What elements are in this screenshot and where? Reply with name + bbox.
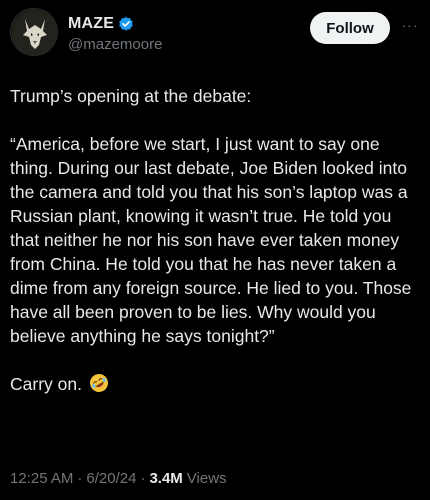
views-count[interactable]: 3.4M (149, 470, 182, 487)
meta-separator: · (77, 470, 83, 487)
author-handle[interactable]: @mazemoore (68, 36, 162, 53)
display-name[interactable]: MAZE (68, 15, 114, 33)
tweet-time[interactable]: 12:25 AM (10, 470, 73, 487)
tweet-closing-line: Carry on. (10, 372, 420, 396)
tweet-quote: “America, before we start, I just want t… (10, 134, 412, 346)
author-names: MAZE @mazemoore (68, 14, 162, 53)
more-options-icon[interactable]: ··· (398, 14, 422, 36)
tweet-intro: Trump’s opening at the debate: (10, 86, 252, 106)
tweet-meta: 12:25 AM · 6/20/24 · 3.4M Views (10, 470, 227, 487)
rolling-on-floor-laughing-emoji-icon (89, 373, 109, 393)
wolf-emblem-icon (12, 10, 57, 55)
follow-button[interactable]: Follow (310, 12, 390, 44)
tweet-text: Trump’s opening at the debate: “America,… (10, 84, 420, 420)
tweet-header: MAZE @mazemoore Follow ··· (10, 8, 422, 58)
avatar[interactable] (10, 8, 58, 56)
views-label: Views (186, 470, 227, 487)
meta-separator: · (140, 470, 146, 487)
verified-badge-icon (118, 16, 134, 32)
tweet-closing: Carry on. (10, 374, 82, 394)
tweet-date[interactable]: 6/20/24 (86, 470, 136, 487)
